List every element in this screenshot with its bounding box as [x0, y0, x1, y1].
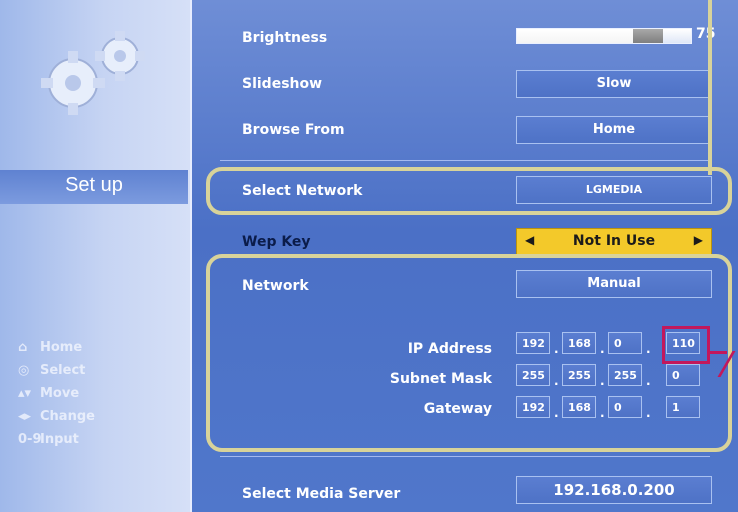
dot-separator: . — [646, 374, 651, 388]
gateway-label: Gateway — [423, 401, 492, 417]
wep-key-selector[interactable]: ◀ Not In Use ▶ — [516, 228, 712, 256]
select-network-label: Select Network — [242, 183, 363, 199]
select-network-field[interactable]: LGMEDIA — [516, 176, 712, 204]
home-icon: ⌂ — [18, 340, 28, 355]
dot-separator: . — [600, 406, 605, 420]
legend-move: ▴▾ Move — [18, 382, 183, 405]
legend-input: 0-9Input — [18, 428, 183, 451]
brightness-slider-thumb[interactable] — [633, 29, 663, 43]
ip-octet-callout — [662, 326, 710, 364]
brightness-value: 75 — [696, 26, 716, 42]
brightness-slider[interactable] — [516, 28, 692, 44]
subnet-octet-3[interactable]: 255 — [608, 364, 642, 386]
gateway-octet-2[interactable]: 168 — [562, 396, 596, 418]
select-media-server-label: Select Media Server — [242, 486, 401, 502]
key-legend: ⌂ Home ◎ Select ▴▾ Move ◂▸ Change 0-9Input — [18, 336, 183, 451]
gateway-octet-3[interactable]: 0 — [608, 396, 642, 418]
slideshow-label: Slideshow — [242, 76, 323, 92]
dot-separator: . — [600, 374, 605, 388]
wep-key-label: Wep Key — [242, 234, 311, 250]
gear-icon — [41, 31, 145, 115]
dot-separator: . — [554, 374, 559, 388]
subnet-octet-2[interactable]: 255 — [562, 364, 596, 386]
legend-home: ⌂ Home — [18, 336, 183, 359]
media-server-field[interactable]: 192.168.0.200 — [516, 476, 712, 504]
brightness-slider-fill — [517, 29, 648, 43]
ip-octet-1[interactable]: 192 — [516, 332, 550, 354]
wep-key-value: Not In Use — [572, 233, 656, 249]
ip-octet-2[interactable]: 168 — [562, 332, 596, 354]
callout-line — [707, 351, 727, 354]
move-icon: ▴▾ — [18, 386, 32, 401]
dot-separator: . — [646, 342, 651, 356]
callout-line — [708, 0, 712, 175]
browse-from-label: Browse From — [242, 122, 345, 138]
slideshow-select[interactable]: Slow — [516, 70, 712, 98]
input-icon: 0-9 — [18, 432, 42, 447]
dot-separator: . — [646, 406, 651, 420]
ip-address-label: IP Address — [407, 341, 492, 357]
setup-screen: Set up ⌂ Home ◎ Select ▴▾ Move ◂▸ Change 0-9… — [0, 0, 738, 512]
legend-change: ◂▸ Change — [18, 405, 183, 428]
dot-separator: . — [600, 342, 605, 356]
subnet-octet-4[interactable]: 0 — [666, 364, 700, 386]
divider — [220, 456, 710, 457]
brightness-label: Brightness — [242, 30, 328, 46]
dot-separator: . — [554, 406, 559, 420]
divider — [220, 160, 710, 161]
right-arrow-icon[interactable]: ▶ — [694, 233, 703, 247]
change-icon: ◂▸ — [18, 409, 32, 424]
select-icon: ◎ — [18, 363, 30, 378]
network-label: Network — [242, 278, 309, 294]
browse-from-select[interactable]: Home — [516, 116, 712, 144]
gateway-octet-4[interactable]: 1 — [666, 396, 700, 418]
legend-select: ◎ Select — [18, 359, 183, 382]
subnet-octet-1[interactable]: 255 — [516, 364, 550, 386]
page-title: Set up — [65, 174, 123, 196]
ip-octet-3[interactable]: 0 — [608, 332, 642, 354]
subnet-mask-label: Subnet Mask — [389, 371, 492, 387]
settings-panel: Brightness 75 Slideshow Slow Browse From… — [190, 0, 738, 512]
gateway-octet-1[interactable]: 192 — [516, 396, 550, 418]
dot-separator: . — [554, 342, 559, 356]
sidebar: Set up ⌂ Home ◎ Select ▴▾ Move ◂▸ Change 0-9… — [0, 0, 192, 512]
network-mode-select[interactable]: Manual — [516, 270, 712, 298]
